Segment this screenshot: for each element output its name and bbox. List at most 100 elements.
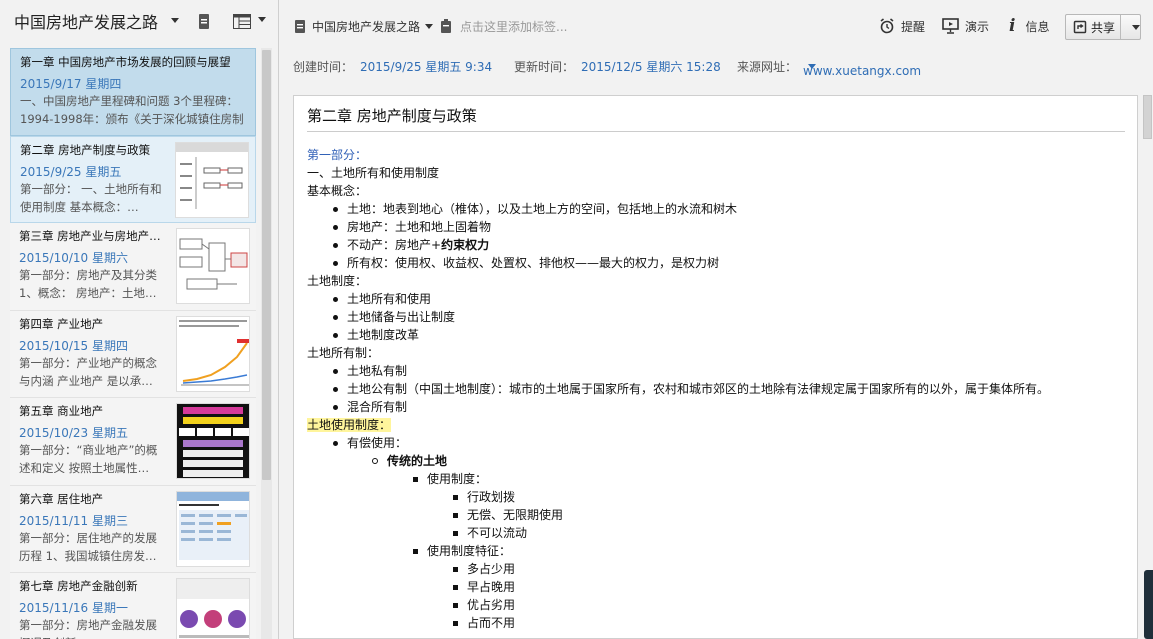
info-button[interactable]: i 信息 (1009, 0, 1049, 52)
note-line-content: 混合所有制 (347, 400, 408, 414)
note-item-thumbnail (175, 141, 249, 218)
created-time: 2015/9/25 星期五 9:34 (360, 60, 493, 74)
note-line-content: 无偿、无限期使用 (467, 508, 564, 522)
note-line[interactable]: 早占晚用 (307, 578, 1125, 596)
note-toolbar: 中国房地产发展之路 点击这里添加标签... 提醒 演示 i 信息 共享 (280, 0, 1153, 52)
note-line-content: 土地所有和使用 (347, 292, 432, 306)
note-line-content: 使用制度： (427, 472, 488, 486)
note-line[interactable]: 优占劣用 (307, 596, 1125, 614)
tag-area[interactable]: 点击这里添加标签... (440, 0, 567, 52)
note-line[interactable]: 混合所有制 (307, 398, 1125, 416)
share-button[interactable]: 共享 (1065, 14, 1141, 40)
note-list-item[interactable]: 第六章 居住地产 2015/11/11 星期三 第一部分：居住地产的发展历程 1、我… (10, 485, 256, 573)
note-line[interactable]: 房地产：土地和地上固着物 (307, 218, 1125, 236)
note-list-scroll-thumb[interactable] (262, 50, 271, 480)
note-meta: 创建时间： 2015/9/25 星期五 9:34 更新时间： 2015/12/5… (280, 52, 1153, 80)
note-line-content: 有偿使用： (347, 436, 408, 450)
note-line[interactable]: 一、土地所有和使用制度 (307, 164, 1125, 182)
source-dropdown-icon[interactable] (808, 64, 816, 69)
note-line[interactable]: 土地使用制度： (307, 416, 1125, 434)
note-line[interactable]: 无偿、无限期使用 (307, 506, 1125, 524)
note-line[interactable]: 基本概念： (307, 182, 1125, 200)
note-item-title: 第四章 产业地产 (19, 316, 104, 331)
note-line[interactable]: 土地制度： (307, 272, 1125, 290)
note-line-text: 一、土地所有和使用制度 (307, 164, 439, 182)
present-button[interactable]: 演示 (942, 0, 989, 52)
note-line-content: 优占劣用 (467, 598, 516, 612)
note-notebook-selector[interactable]: 中国房地产发展之路 (294, 0, 434, 52)
note-line[interactable]: 所有权：使用权、收益权、处置权、排他权——最大的权力，是权力树 (307, 254, 1125, 272)
note-list-scrollbar[interactable] (261, 48, 272, 639)
share-dropdown-icon[interactable] (1132, 25, 1140, 30)
note-line-content: 占而不用 (467, 616, 516, 630)
note-item-snippet: 第一部分： 一、土地所有和使用制度 基本概念：… (20, 181, 162, 214)
view-options-icon[interactable] (233, 14, 251, 29)
source-label: 来源网址： (737, 60, 798, 74)
note-line[interactable]: 有偿使用： (307, 434, 1125, 452)
note-line[interactable]: 土地储备与出让制度 (307, 308, 1125, 326)
remind-button[interactable]: 提醒 (879, 0, 925, 52)
note-line[interactable]: 使用制度： (307, 470, 1125, 488)
note-line-text: 多占少用 (452, 560, 515, 578)
note-line[interactable]: 行政划拨 (307, 488, 1125, 506)
notebook-icon[interactable] (197, 13, 211, 30)
note-line-content: 使用制度特征： (427, 544, 512, 558)
note-list-item[interactable]: 第五章 商业地产 2015/10/23 星期五 第一部分：“商业地产”的概述和定义 … (10, 398, 256, 486)
note-title[interactable]: 第二章 房地产制度与政策 (307, 106, 1125, 132)
note-line[interactable]: 传统的土地 (307, 452, 1125, 470)
view-dropdown-icon[interactable] (258, 17, 266, 22)
note-list-item[interactable]: 第四章 产业地产 2015/10/15 星期四 第一部分：产业地产的概念与内涵 产业… (10, 310, 256, 398)
updated-label: 更新时间： (514, 60, 575, 74)
note-line-content: 土地所有制： (307, 346, 380, 360)
note-item-thumbnail (176, 490, 250, 567)
note-line-text: 土地使用制度： (307, 416, 392, 434)
note-line[interactable]: 土地：地表到地心（椎体），以及土地上方的空间，包括地上的水流和树木 (307, 200, 1125, 218)
note-line-content: 土地公有制（中国土地制度）：城市的土地属于国家所有，农村和城市郊区的土地除有法律… (347, 382, 1050, 396)
note-line[interactable]: 土地所有和使用 (307, 290, 1125, 308)
note-line[interactable]: 第一部分： (307, 146, 1125, 164)
note-line-text: 基本概念： (307, 182, 367, 200)
note-line[interactable]: 不可以流动 (307, 524, 1125, 542)
editor-scroll-thumb[interactable] (1143, 95, 1152, 139)
note-line[interactable]: 不动产：房地产+约束权力 (307, 236, 1125, 254)
note-line-text: 房地产：土地和地上固着物 (332, 218, 492, 236)
note-line-content: 不动产：房地产+ (347, 238, 442, 252)
note-editor-panel: 中国房地产发展之路 点击这里添加标签... 提醒 演示 i 信息 共享 创建时间… (280, 0, 1153, 639)
note-line-content: 不可以流动 (467, 526, 528, 540)
note-line-text: 早占晚用 (452, 578, 515, 596)
note-line-text: 土地私有制 (332, 362, 407, 380)
note-content[interactable]: 第一部分： 一、土地所有和使用制度 基本概念： 土地：地表到地心（椎体），以及土地上方… (307, 132, 1125, 632)
note-item-thumbnail (176, 228, 250, 304)
note-list-item[interactable]: 第七章 房地产金融创新2015/11/16 星期一第一部分：房地产金融发展概况及… (10, 573, 256, 639)
note-body[interactable]: 第二章 房地产制度与政策 第一部分： 一、土地所有和使用制度 基本概念： 土地：地表到… (293, 95, 1138, 639)
note-item-thumbnail (176, 403, 250, 479)
note-line-text: 土地：地表到地心（椎体），以及土地上方的空间，包括地上的水流和树木 (332, 200, 738, 218)
created-label: 创建时间： (293, 60, 354, 74)
notebook-title[interactable]: 中国房地产发展之路 (14, 9, 158, 33)
side-widget[interactable] (1144, 570, 1153, 639)
note-line[interactable]: 土地所有制： (307, 344, 1125, 362)
note-line[interactable]: 土地制度改革 (307, 326, 1125, 344)
note-item-title: 第七章 房地产金融创新 (19, 579, 138, 593)
notebook-dropdown-icon[interactable] (171, 18, 179, 23)
note-item-title: 第五章 商业地产 (19, 404, 104, 418)
note-item-snippet: 第一部分：房地产及其分类 1、概念： 房地产：土地… (19, 268, 157, 300)
note-item-title: 第三章 房地产业与房地产… (19, 229, 161, 243)
editor-scrollbar[interactable] (1141, 95, 1153, 639)
notebook-small-icon (295, 19, 305, 33)
note-line[interactable]: 土地公有制（中国土地制度）：城市的土地属于国家所有，农村和城市郊区的土地除有法律… (307, 380, 1125, 398)
note-line-content: 土地：地表到地心（椎体），以及土地上方的空间，包括地上的水流和树木 (347, 202, 738, 216)
note-list-item[interactable]: 第二章 房地产制度与政策 2015/9/25 星期五 第一部分： 一、土地所有和使用… (10, 135, 256, 223)
note-list-item[interactable]: 第一章 中国房地产市场发展的回顾与展望 2015/9/17 星期四 一、中国房地产里… (10, 48, 256, 136)
note-line-text: 有偿使用： (332, 434, 408, 452)
note-line[interactable]: 使用制度特征： (307, 542, 1125, 560)
note-list-item[interactable]: 第三章 房地产业与房地产… 2015/10/10 星期六 第一部分：房地产及其分类 … (10, 223, 256, 311)
note-list: 第一章 中国房地产市场发展的回顾与展望 2015/9/17 星期四 一、中国房地产里… (10, 48, 272, 639)
note-line-content: 房地产：土地和地上固着物 (347, 220, 492, 234)
note-line-text: 传统的土地 (371, 452, 447, 470)
note-line[interactable]: 多占少用 (307, 560, 1125, 578)
note-line[interactable]: 土地私有制 (307, 362, 1125, 380)
note-line[interactable]: 占而不用 (307, 614, 1125, 632)
tag-placeholder[interactable]: 点击这里添加标签... (460, 18, 567, 35)
source-url[interactable]: www.xuetangx.com (803, 64, 921, 78)
